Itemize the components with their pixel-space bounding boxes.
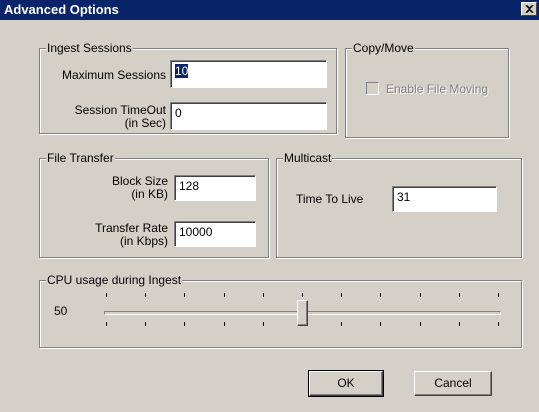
window-title: Advanced Options [4,2,119,17]
transfer-rate-unit-label: (in Kbps) [119,234,168,248]
block-size-input[interactable]: 128 [174,175,256,201]
slider-tick [106,293,107,297]
transfer-rate-input[interactable]: 10000 [174,221,256,247]
session-timeout-input[interactable]: 0 [170,102,327,130]
slider-tick [459,322,460,326]
time-to-live-input[interactable]: 31 [392,186,497,212]
slider-tick [380,322,381,326]
slider-tick [224,293,225,297]
ok-button[interactable]: OK [308,370,384,397]
file-transfer-label: File Transfer [46,151,115,165]
slider-tick [184,293,185,297]
multicast-label: Multicast [283,151,333,165]
block-size-unit-label: (in KB) [131,187,168,201]
slider-tick [498,322,499,326]
cancel-button[interactable]: Cancel [414,371,492,396]
slider-tick [224,322,225,326]
session-timeout-label: Session TimeOut [74,103,166,117]
slider-tick [145,293,146,297]
slider-tick [459,293,460,297]
enable-file-moving-checkbox[interactable] [366,82,379,95]
ingest-sessions-label: Ingest Sessions [46,41,133,55]
max-sessions-label: Maximum Sessions [61,68,166,82]
slider-tick [341,322,342,326]
copy-move-label: Copy/Move [352,41,415,55]
slider-tick [420,293,421,297]
close-button[interactable] [521,2,537,16]
slider-tick [498,293,499,297]
slider-tick [106,322,107,326]
transfer-rate-label: Transfer Rate [95,221,168,235]
max-sessions-value: 10 [175,64,189,78]
slider-tick [341,293,342,297]
slider-tick [302,293,303,297]
session-timeout-unit-label: (in Sec) [124,116,166,130]
close-icon [525,5,534,13]
advanced-options-dialog: Advanced Options Ingest Sessions Maximum… [0,0,539,412]
slider-tick [380,293,381,297]
slider-tick [263,322,264,326]
title-bar[interactable]: Advanced Options [0,0,539,20]
cpu-usage-value-text: 50 [54,304,68,318]
slider-tick [420,322,421,326]
enable-file-moving-label: Enable File Moving [386,82,489,96]
block-size-label: Block Size [111,174,168,188]
slider-tick [145,322,146,326]
cpu-usage-slider-thumb[interactable] [297,300,308,326]
slider-tick [184,322,185,326]
time-to-live-label: Time To Live [296,192,364,206]
max-sessions-input[interactable]: 10 [170,60,327,88]
cpu-usage-label: CPU usage during Ingest [46,273,183,287]
slider-tick [263,293,264,297]
